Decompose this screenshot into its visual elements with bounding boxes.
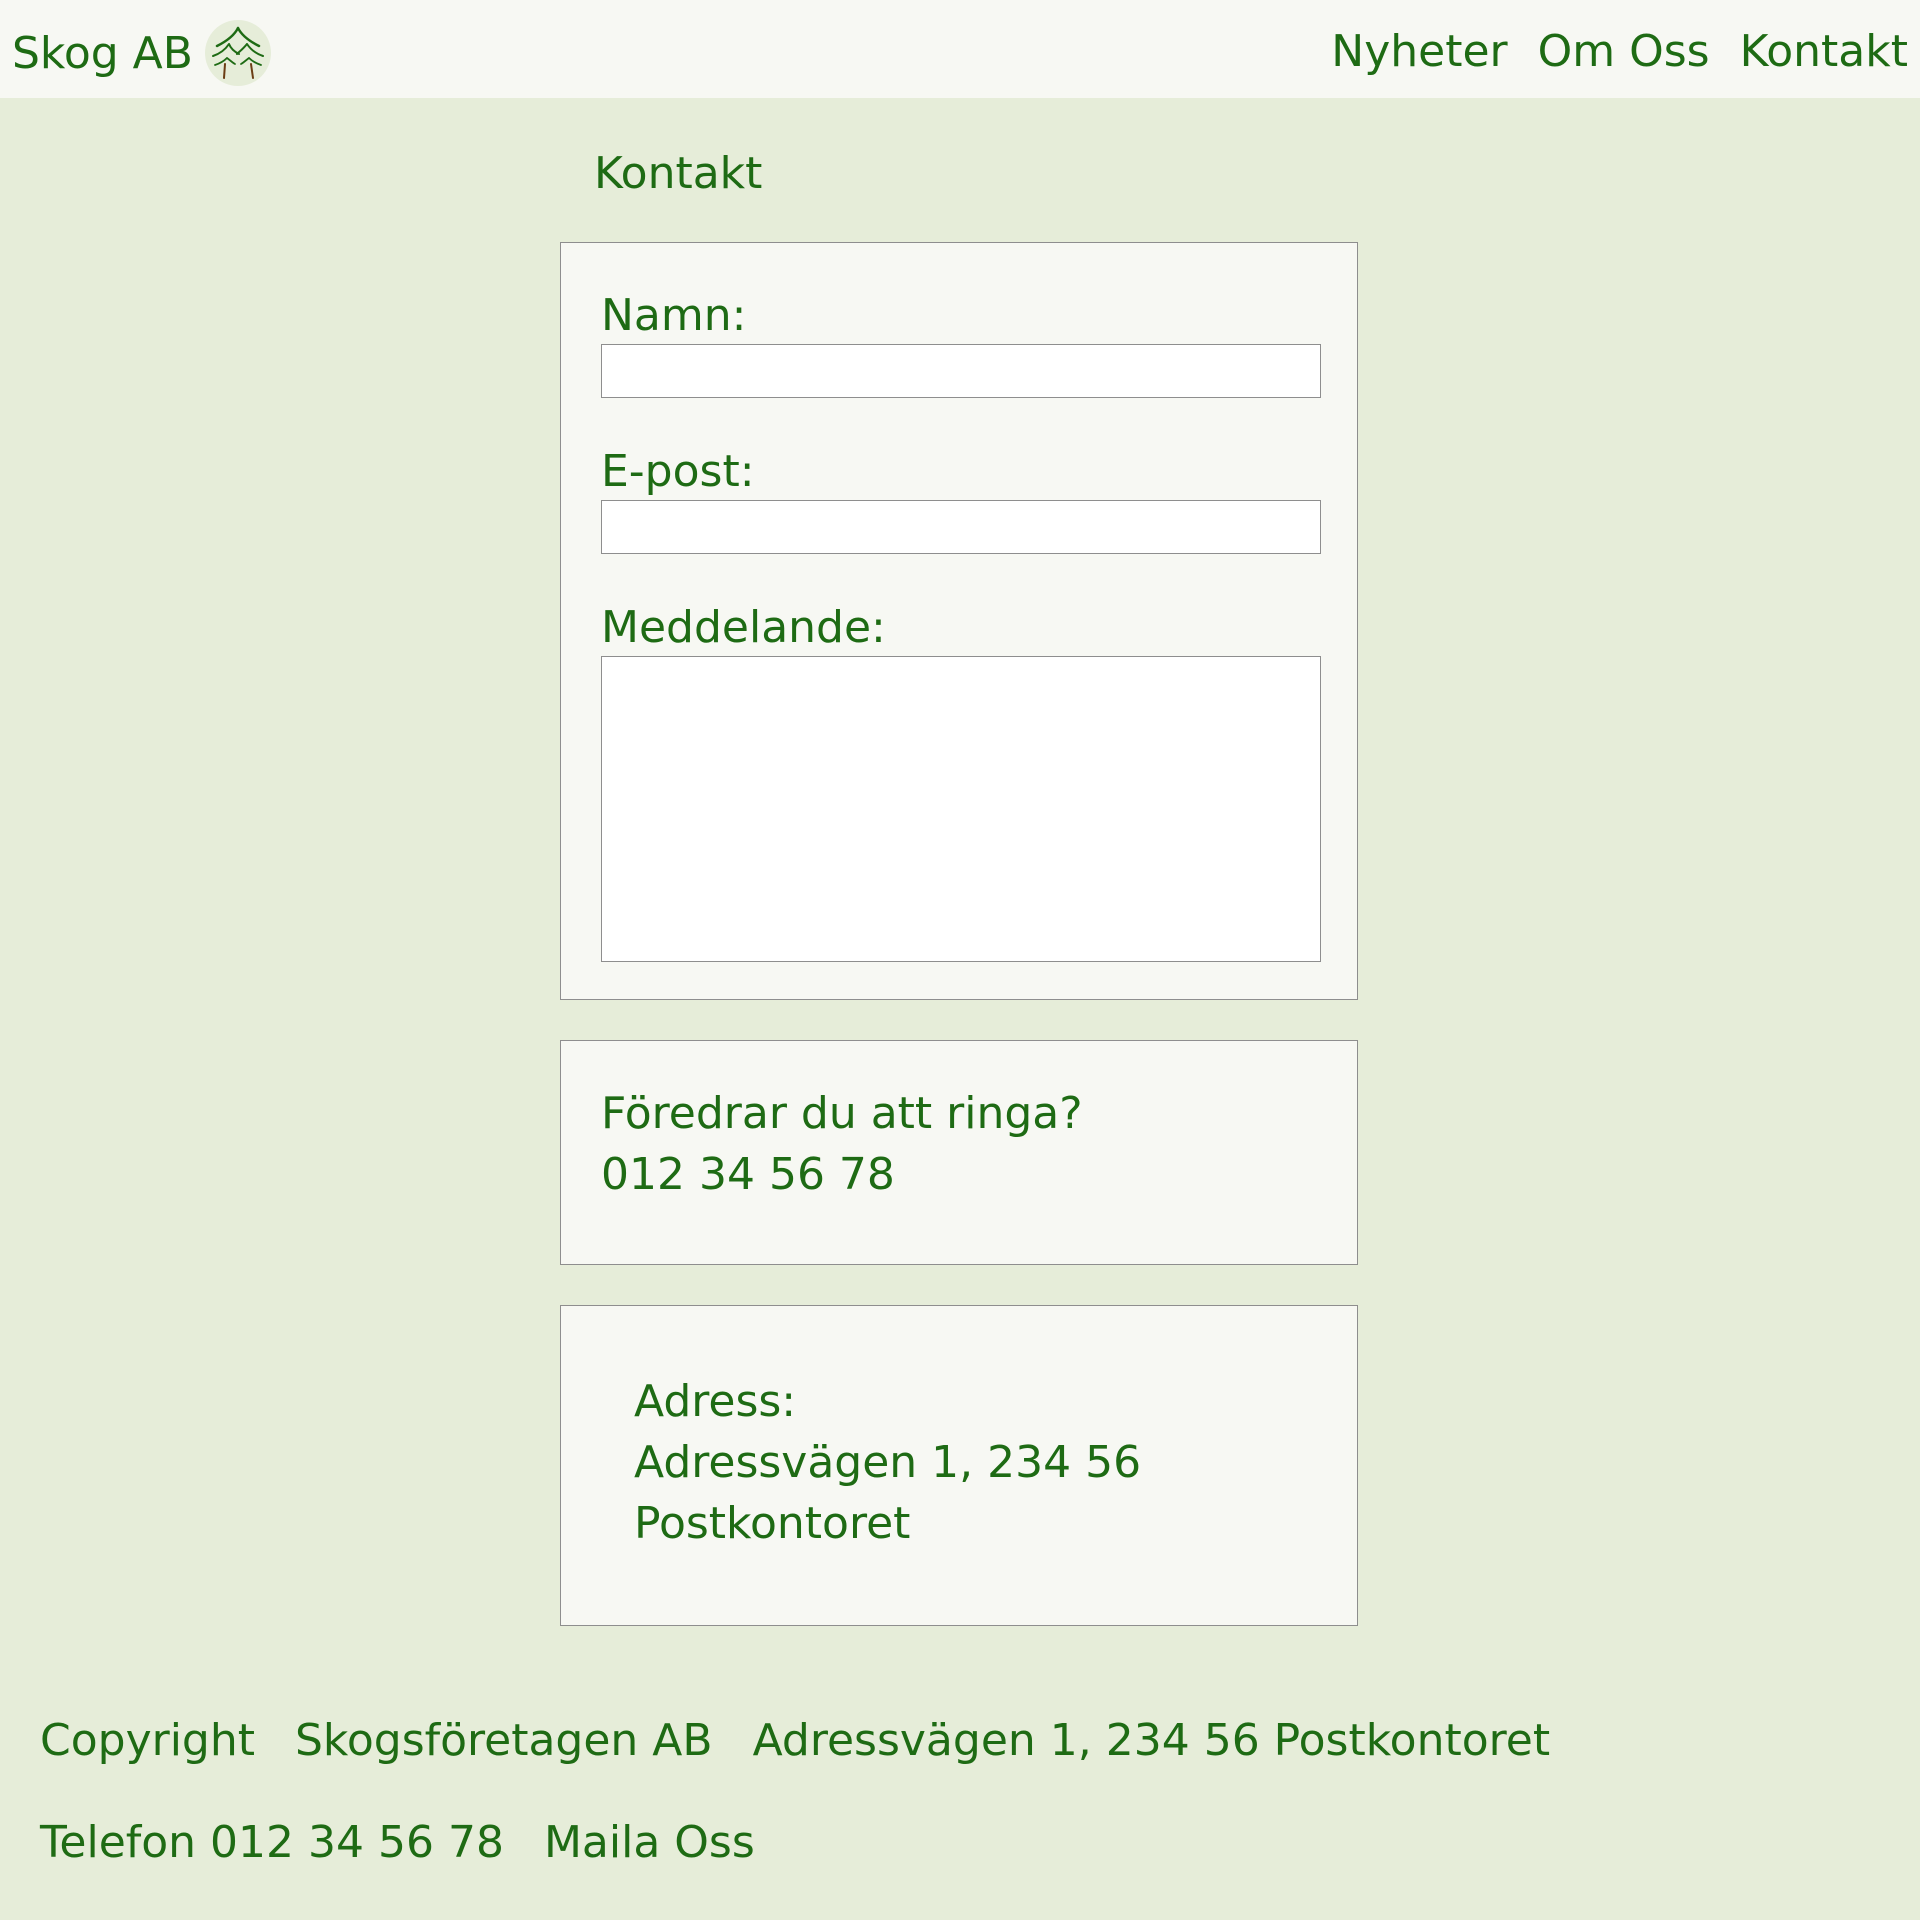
footer-copyright: Copyright [40, 1715, 255, 1766]
footer-address: Adressvägen 1, 234 56 Postkontoret [752, 1715, 1551, 1766]
message-label: Meddelande: [601, 602, 886, 653]
main-nav: Nyheter Om Oss Kontakt [1331, 24, 1908, 80]
footer-mail-link[interactable]: Maila Oss [544, 1807, 755, 1909]
nav-item-om-oss[interactable]: Om Oss [1538, 24, 1710, 80]
tree-icon[interactable] [204, 20, 271, 86]
address-city: Postkontoret [634, 1498, 911, 1549]
address-street: Adressvägen 1, 234 56 [634, 1437, 1142, 1488]
address-info-box: Adress: Adressvägen 1, 234 56 Postkontor… [560, 1305, 1358, 1626]
address-label: Adress: [634, 1376, 797, 1427]
footer-row-2: Telefon 012 34 56 78 Maila Oss [40, 1807, 1550, 1909]
phone-info-box: Föredrar du att ringa? 012 34 56 78 [560, 1040, 1358, 1265]
footer-phone: Telefon 012 34 56 78 [40, 1817, 504, 1868]
page-title: Kontakt [594, 148, 763, 199]
site-footer: Copyright Skogsföretagen AB Adressvägen … [40, 1705, 1550, 1909]
brand[interactable]: Skog AB [12, 20, 271, 86]
name-field[interactable] [601, 344, 1321, 398]
phone-number: 012 34 56 78 [601, 1149, 895, 1200]
footer-row-1: Copyright Skogsföretagen AB Adressvägen … [40, 1705, 1550, 1807]
message-field[interactable] [601, 656, 1321, 962]
site-header: Skog AB Nyheter Om Oss Kontakt [0, 0, 1920, 98]
name-label: Namn: [601, 290, 747, 341]
nav-item-kontakt[interactable]: Kontakt [1740, 24, 1908, 80]
phone-prompt: Föredrar du att ringa? [601, 1088, 1083, 1139]
email-field[interactable] [601, 500, 1321, 554]
footer-company: Skogsföretagen AB [295, 1715, 713, 1766]
contact-form: Namn: E-post: Meddelande: [560, 242, 1358, 1000]
brand-name[interactable]: Skog AB [12, 25, 193, 83]
email-label: E-post: [601, 446, 755, 497]
nav-item-nyheter[interactable]: Nyheter [1331, 24, 1507, 80]
